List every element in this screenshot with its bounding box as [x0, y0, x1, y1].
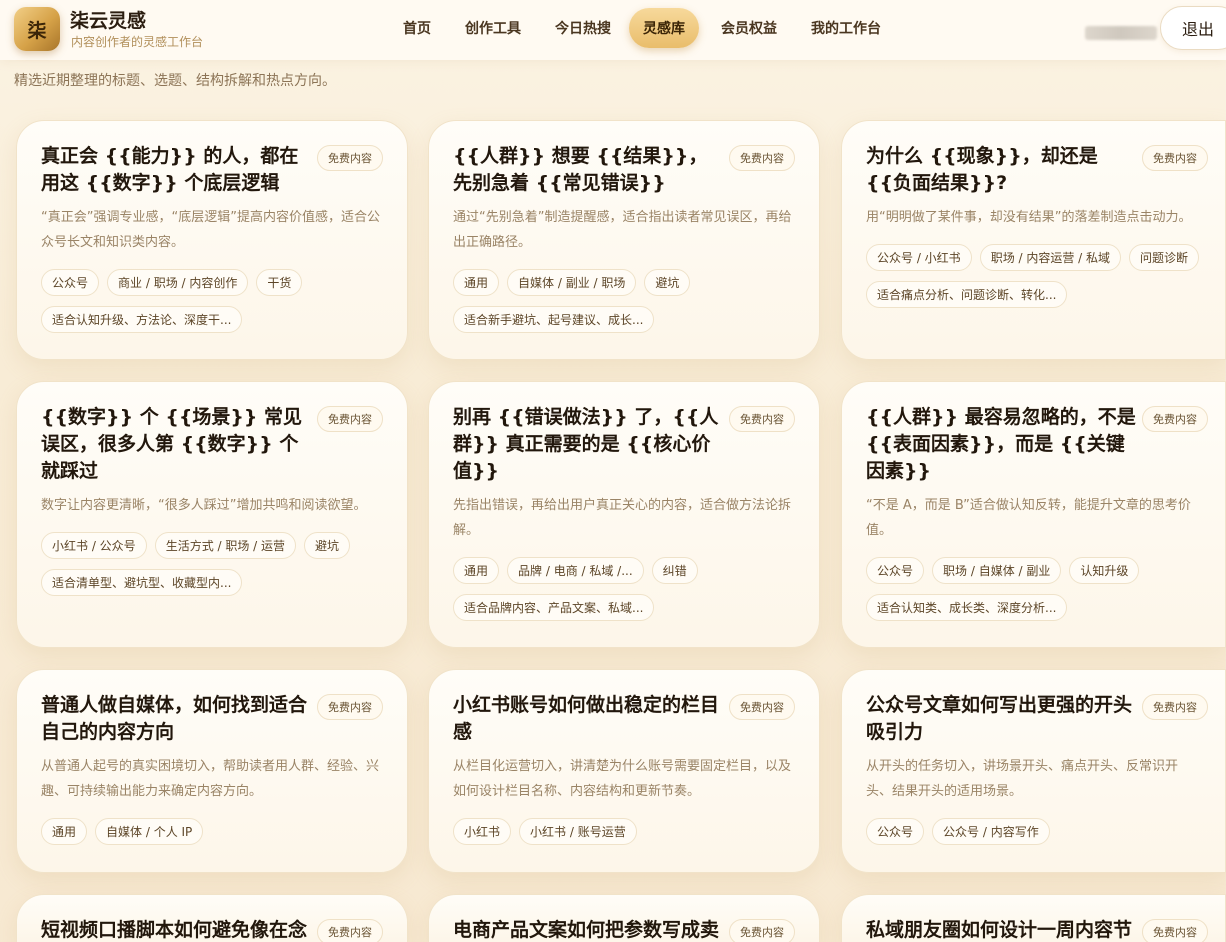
card-title[interactable]: 短视频口播脚本如何避免像在念稿: [41, 917, 313, 942]
card-title[interactable]: 普通人做自媒体，如何找到适合自己的内容方向: [41, 692, 313, 746]
free-content-badge: 免费内容: [317, 694, 383, 720]
card-title[interactable]: {{人群}} 想要 {{结果}}，先别急着 {{常见错误}}: [453, 143, 725, 197]
card-title[interactable]: 为什么 {{现象}}，却还是 {{负面结果}}?: [866, 143, 1138, 197]
tag[interactable]: 公众号: [866, 557, 925, 584]
card-tags: 通用 自媒体 / 副业 / 职场 避坑 适合新手避坑、起号建议、成长...: [453, 269, 795, 333]
free-content-badge: 免费内容: [729, 145, 795, 171]
tag[interactable]: 商业 / 职场 / 内容创作: [107, 269, 249, 296]
logout-button[interactable]: 退出: [1160, 6, 1226, 50]
tag[interactable]: 职场 / 内容运营 / 私域: [979, 244, 1122, 271]
inspiration-card[interactable]: 短视频口播脚本如何避免像在念稿 免费内容: [16, 894, 408, 942]
free-content-badge: 免费内容: [1142, 694, 1208, 720]
brand-name[interactable]: 柒云灵感: [70, 6, 146, 33]
card-title[interactable]: 私域朋友圈如何设计一周内容节奏: [866, 917, 1138, 942]
tag[interactable]: 适合新手避坑、起号建议、成长...: [453, 306, 655, 333]
card-title[interactable]: 公众号文章如何写出更强的开头吸引力: [866, 692, 1138, 746]
free-content-badge: 免费内容: [317, 145, 383, 171]
tag[interactable]: 自媒体 / 个人 IP: [95, 818, 204, 845]
brand-logo[interactable]: 柒: [14, 7, 60, 51]
inspiration-card[interactable]: {{人群}} 最容易忽略的，不是 {{表面因素}}，而是 {{关键因素}} 免费…: [841, 381, 1226, 648]
tag[interactable]: 避坑: [644, 269, 691, 296]
inspiration-card[interactable]: 为什么 {{现象}}，却还是 {{负面结果}}? 免费内容 用“明明做了某件事，…: [841, 120, 1226, 360]
tag[interactable]: 自媒体 / 副业 / 职场: [507, 269, 637, 296]
card-description: 从普通人起号的真实困境切入，帮助读者用人群、经验、兴趣、可持续输出能力来确定内容…: [41, 759, 380, 799]
inspiration-card[interactable]: 小红书账号如何做出稳定的栏目感 免费内容 从栏目化运营切入，讲清楚为什么账号需要…: [428, 669, 820, 873]
tag[interactable]: 品牌 / 电商 / 私域 /...: [507, 557, 644, 584]
card-title[interactable]: 小红书账号如何做出稳定的栏目感: [453, 692, 725, 746]
card-title[interactable]: 别再 {{错误做法}} 了，{{人群}} 真正需要的是 {{核心价值}}: [453, 404, 725, 485]
card-description: 数字让内容更清晰，“很多人踩过”增加共鸣和阅读欲望。: [41, 498, 367, 513]
free-content-badge: 免费内容: [1142, 919, 1208, 942]
free-content-badge: 免费内容: [729, 694, 795, 720]
tag[interactable]: 适合认知升级、方法论、深度干...: [41, 306, 243, 333]
tag[interactable]: 干货: [256, 269, 303, 296]
tag[interactable]: 适合认知类、成长类、深度分析...: [866, 594, 1068, 621]
inspiration-card[interactable]: 电商产品文案如何把参数写成卖点 免费内容: [428, 894, 820, 942]
top-navigation-bar: 柒 柒云灵感 内容创作者的灵感工作台 首页 创作工具 今日热搜 灵感库 会员权益…: [0, 0, 1226, 60]
tag[interactable]: 通用: [41, 818, 88, 845]
tag[interactable]: 公众号 / 内容写作: [932, 818, 1050, 845]
card-tags: 公众号 职场 / 自媒体 / 副业 认知升级 适合认知类、成长类、深度分析...: [866, 557, 1201, 621]
card-title[interactable]: {{数字}} 个 {{场景}} 常见误区，很多人第 {{数字}} 个就踩过: [41, 404, 313, 485]
card-description: 从开头的任务切入，讲场景开头、痛点开头、反常识开头、结果开头的适用场景。: [866, 759, 1179, 799]
tag[interactable]: 公众号: [866, 818, 925, 845]
card-tags: 公众号 / 小红书 职场 / 内容运营 / 私域 问题诊断 适合痛点分析、问题诊…: [866, 244, 1201, 308]
tag[interactable]: 通用: [453, 269, 500, 296]
username-redacted: [1085, 26, 1157, 40]
card-title[interactable]: 真正会 {{能力}} 的人，都在用这 {{数字}} 个底层逻辑: [41, 143, 313, 197]
card-title[interactable]: {{人群}} 最容易忽略的，不是 {{表面因素}}，而是 {{关键因素}}: [866, 404, 1138, 485]
free-content-badge: 免费内容: [1142, 145, 1208, 171]
inspiration-card[interactable]: 私域朋友圈如何设计一周内容节奏 免费内容: [841, 894, 1226, 942]
nav-item-membership-benefits[interactable]: 会员权益: [707, 8, 791, 48]
tag[interactable]: 认知升级: [1069, 557, 1140, 584]
nav-item-daily-hot-search[interactable]: 今日热搜: [541, 8, 625, 48]
card-tags: 小红书 / 公众号 生活方式 / 职场 / 运营 避坑 适合清单型、避坑型、收藏…: [41, 532, 383, 596]
card-tags: 通用 品牌 / 电商 / 私域 /... 纠错 适合品牌内容、产品文案、私域..…: [453, 557, 795, 621]
tag[interactable]: 小红书 / 公众号: [41, 532, 147, 559]
card-tags: 公众号 公众号 / 内容写作: [866, 818, 1201, 845]
nav-item-my-workbench[interactable]: 我的工作台: [797, 8, 895, 48]
tag[interactable]: 公众号: [41, 269, 100, 296]
free-content-badge: 免费内容: [729, 919, 795, 942]
tag[interactable]: 适合清单型、避坑型、收藏型内...: [41, 569, 243, 596]
tag[interactable]: 纠错: [651, 557, 698, 584]
tag[interactable]: 避坑: [304, 532, 351, 559]
tag[interactable]: 问题诊断: [1129, 244, 1200, 271]
tag[interactable]: 生活方式 / 职场 / 运营: [154, 532, 297, 559]
nav-item-creation-tools[interactable]: 创作工具: [451, 8, 535, 48]
brand-subtitle: 内容创作者的灵感工作台: [71, 35, 204, 49]
inspiration-card[interactable]: 普通人做自媒体，如何找到适合自己的内容方向 免费内容 从普通人起号的真实困境切入…: [16, 669, 408, 873]
inspiration-card[interactable]: 公众号文章如何写出更强的开头吸引力 免费内容 从开头的任务切入，讲场景开头、痛点…: [841, 669, 1226, 873]
card-description: 从栏目化运营切入，讲清楚为什么账号需要固定栏目，以及如何设计栏目名称、内容结构和…: [453, 759, 792, 799]
card-tags: 小红书 小红书 / 账号运营: [453, 818, 795, 845]
free-content-badge: 免费内容: [317, 406, 383, 432]
card-tags: 通用 自媒体 / 个人 IP: [41, 818, 383, 845]
inspiration-card[interactable]: {{人群}} 想要 {{结果}}，先别急着 {{常见错误}} 免费内容 通过“先…: [428, 120, 820, 360]
tag[interactable]: 公众号 / 小红书: [866, 244, 972, 271]
free-content-badge: 免费内容: [317, 919, 383, 942]
tag[interactable]: 小红书 / 账号运营: [519, 818, 637, 845]
card-title[interactable]: 电商产品文案如何把参数写成卖点: [453, 917, 725, 942]
tag[interactable]: 通用: [453, 557, 500, 584]
nav-item-inspiration-library[interactable]: 灵感库: [629, 8, 699, 48]
tag[interactable]: 职场 / 自媒体 / 副业: [932, 557, 1062, 584]
tag[interactable]: 适合品牌内容、产品文案、私域...: [453, 594, 655, 621]
nav-item-home[interactable]: 首页: [389, 8, 445, 48]
free-content-badge: 免费内容: [1142, 406, 1208, 432]
free-content-badge: 免费内容: [729, 406, 795, 432]
card-description: 先指出错误，再给出用户真正关心的内容，适合做方法论拆解。: [453, 498, 792, 538]
inspiration-card[interactable]: 别再 {{错误做法}} 了，{{人群}} 真正需要的是 {{核心价值}} 免费内…: [428, 381, 820, 648]
page-intro: 精选近期整理的标题、选题、结构拆解和热点方向。: [14, 73, 336, 89]
card-description: 用“明明做了某件事，却没有结果”的落差制造点击动力。: [866, 210, 1192, 225]
inspiration-card[interactable]: {{数字}} 个 {{场景}} 常见误区，很多人第 {{数字}} 个就踩过 免费…: [16, 381, 408, 648]
tag[interactable]: 适合痛点分析、问题诊断、转化...: [866, 281, 1068, 308]
card-description: “真正会”强调专业感，“底层逻辑”提高内容价值感，适合公众号长文和知识类内容。: [41, 210, 380, 250]
card-description: 通过“先别急着”制造提醒感，适合指出读者常见误区，再给出正确路径。: [453, 210, 792, 250]
card-description: “不是 A，而是 B”适合做认知反转，能提升文章的思考价值。: [866, 498, 1191, 538]
inspiration-card[interactable]: 真正会 {{能力}} 的人，都在用这 {{数字}} 个底层逻辑 免费内容 “真正…: [16, 120, 408, 360]
card-tags: 公众号 商业 / 职场 / 内容创作 干货 适合认知升级、方法论、深度干...: [41, 269, 383, 333]
tag[interactable]: 小红书: [453, 818, 512, 845]
